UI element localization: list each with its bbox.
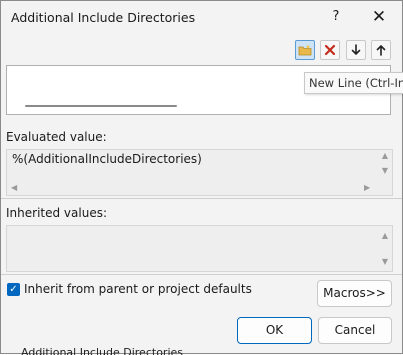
scroll-down-arrow-icon[interactable]: ▼ xyxy=(382,166,388,175)
inherited-values-box: ▲ ▼ xyxy=(6,225,393,272)
new-folder-icon xyxy=(298,44,312,56)
delete-line-button[interactable] xyxy=(320,40,340,60)
scroll-up-arrow-icon[interactable]: ▲ xyxy=(382,151,388,160)
delete-x-icon xyxy=(324,44,336,56)
move-up-button[interactable] xyxy=(371,40,391,60)
scroll-right-arrow-icon[interactable]: ▶ xyxy=(364,183,370,192)
macros-button[interactable]: Macros>> xyxy=(317,280,392,307)
help-icon: ? xyxy=(332,9,340,24)
ok-button[interactable]: OK xyxy=(237,317,312,344)
additional-include-directories-dialog: Additional Include Directories ? ✕ New L… xyxy=(0,0,403,355)
help-button[interactable]: ? xyxy=(323,4,349,30)
title-bar: Additional Include Directories ? ✕ xyxy=(1,1,402,35)
move-down-button[interactable] xyxy=(346,40,366,60)
scroll-left-arrow-icon[interactable]: ◀ xyxy=(11,183,17,192)
new-line-button[interactable] xyxy=(295,40,315,60)
inherit-checkbox[interactable]: ✓ xyxy=(7,283,20,296)
cancel-button[interactable]: Cancel xyxy=(318,317,392,344)
checkmark-icon: ✓ xyxy=(9,284,18,295)
evaluated-value-box: %(AdditionalIncludeDirectories) ▲ ▼ ◀ ▶ xyxy=(6,149,393,196)
inherited-values-label: Inherited values: xyxy=(6,206,107,220)
arrow-up-icon xyxy=(376,44,386,56)
new-line-tooltip: New Line (Ctrl-Ins xyxy=(304,72,403,94)
close-button[interactable]: ✕ xyxy=(365,4,393,30)
dialog-title: Additional Include Directories xyxy=(11,10,196,25)
arrow-down-icon xyxy=(351,44,361,56)
scroll-up-arrow-icon[interactable]: ▲ xyxy=(382,231,388,240)
divider xyxy=(1,274,402,275)
divider xyxy=(1,198,402,199)
scroll-down-arrow-icon[interactable]: ▼ xyxy=(382,257,388,266)
horizontal-scrollbar[interactable] xyxy=(25,105,177,107)
close-icon: ✕ xyxy=(371,7,387,27)
evaluated-value-text: %(AdditionalIncludeDirectories) xyxy=(12,152,202,166)
evaluated-value-label: Evaluated value: xyxy=(6,130,107,144)
inherit-checkbox-label[interactable]: Inherit from parent or project defaults xyxy=(24,282,252,296)
